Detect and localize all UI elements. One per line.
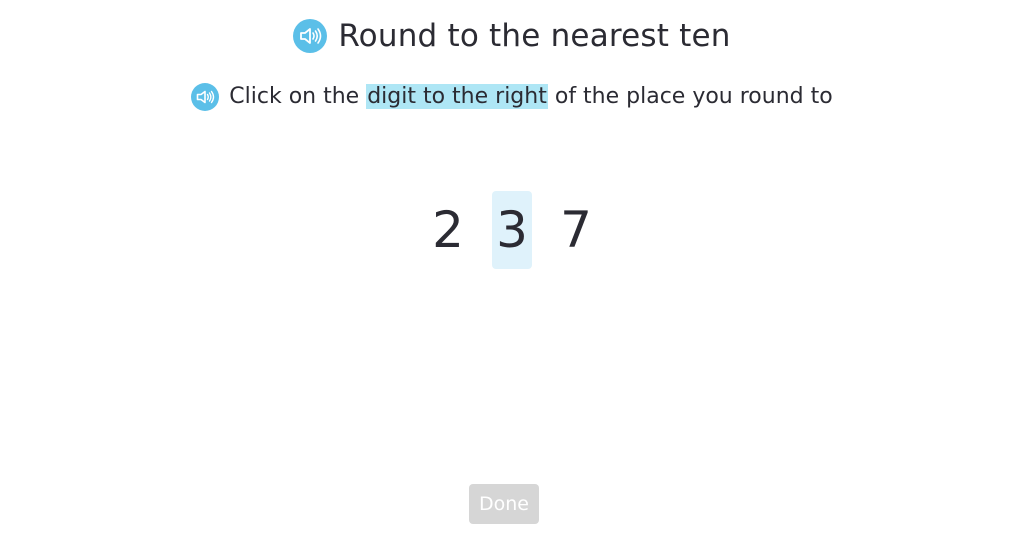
title-speaker-icon[interactable] [293,19,328,53]
digit-tens[interactable]: 3 [492,191,532,269]
digit-ones[interactable]: 7 [556,191,596,269]
instruction-text-start: Click on the [229,84,367,109]
instruction-speaker-icon[interactable] [191,83,220,111]
number-display: 2 3 7 [0,191,1024,269]
instruction-text: Click on the digit to the right of the p… [229,80,833,114]
page-title: Round to the nearest ten [338,18,731,54]
title-row: Round to the nearest ten [0,14,1024,58]
instruction-row: Click on the digit to the right of the p… [0,79,1024,115]
done-button[interactable]: Done [469,484,539,524]
digit-hundreds[interactable]: 2 [428,191,468,269]
instruction-highlight: digit to the right [366,84,548,109]
activity-screen: Round to the nearest ten Click on the di… [0,0,1024,560]
instruction-text-end: of the place you round to [547,84,833,109]
